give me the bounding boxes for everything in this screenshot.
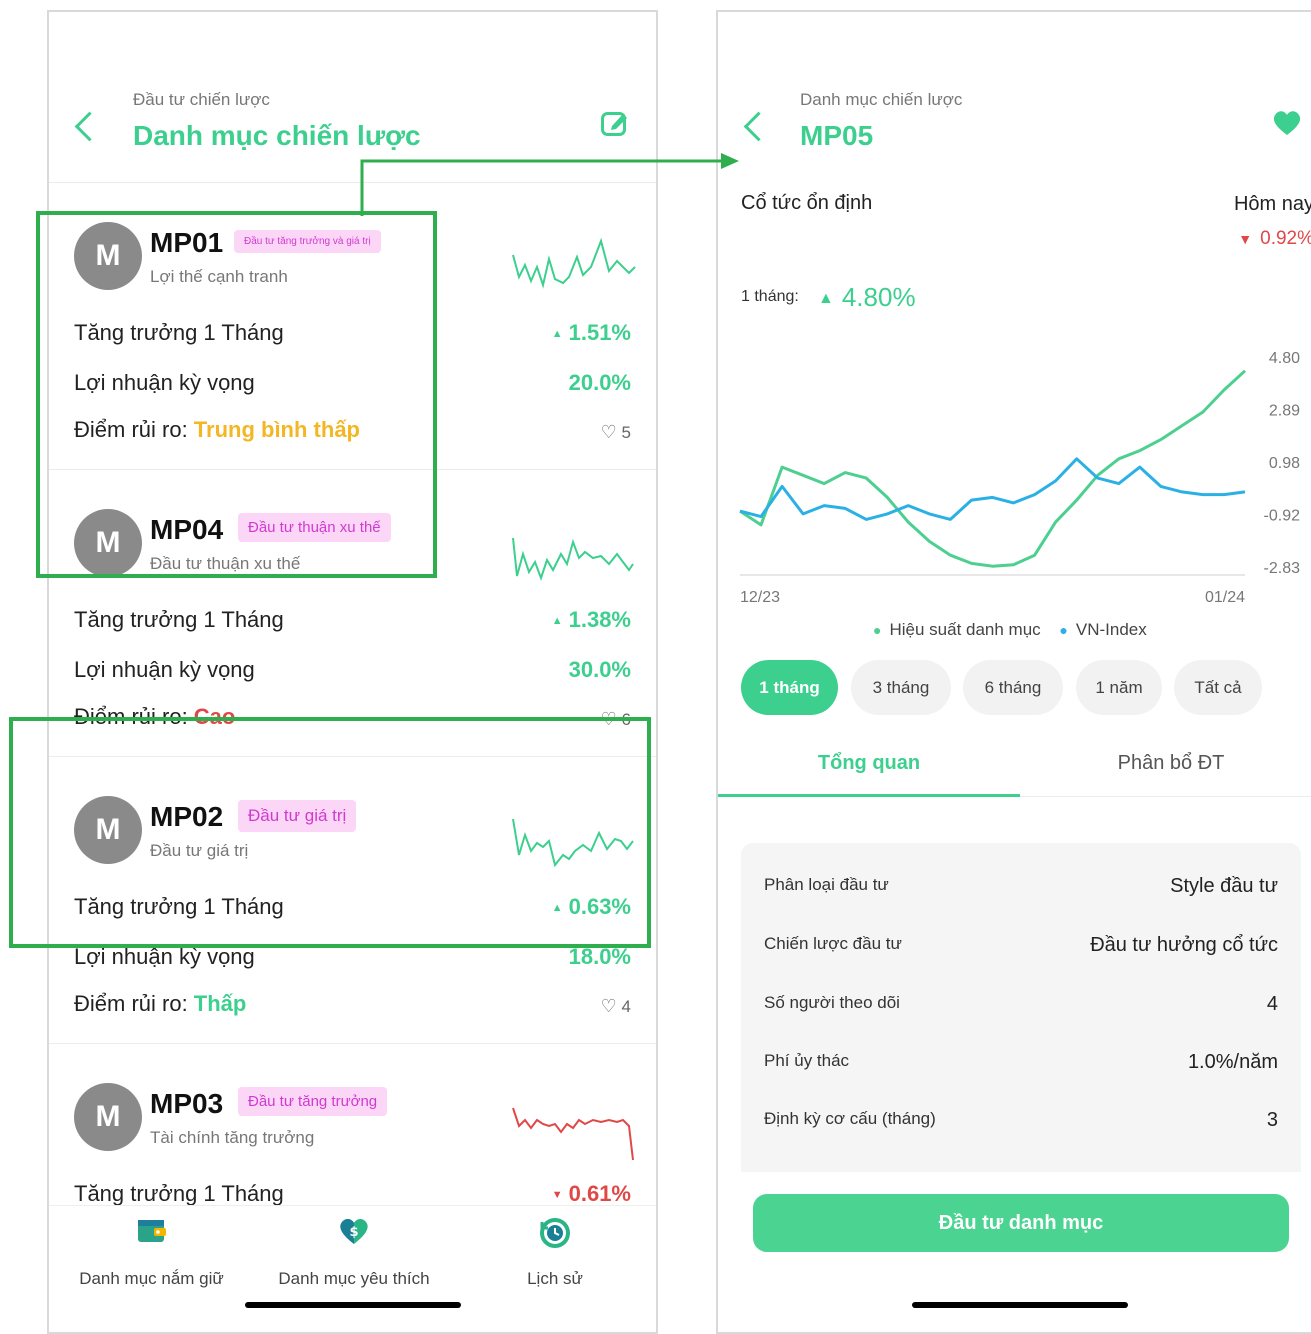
triangle-down-icon: ▼ <box>551 1189 563 1202</box>
chart-legend: ● Hiệu suất danh mục ● VN-Index <box>873 620 1147 640</box>
nav-item-history[interactable]: Lịch sử <box>454 1216 656 1289</box>
page-title: MP05 <box>800 120 874 151</box>
legend-vnindex: VN-Index <box>1075 620 1147 639</box>
info-value: Đầu tư hưởng cổ tức <box>1090 934 1278 956</box>
nav-label: Danh mục nắm giữ <box>79 1269 224 1288</box>
back-chevron-icon[interactable] <box>743 111 774 142</box>
nav-label: Danh mục yêu thích <box>278 1269 430 1288</box>
card-divider <box>49 1043 656 1044</box>
portfolio-name: Cổ tức ổn định <box>741 192 873 214</box>
info-label: Phân loại đầu tư <box>764 875 889 894</box>
info-label: Chiến lược đầu tư <box>764 934 902 953</box>
y-tick-label: 2.89 <box>1269 403 1300 420</box>
period-pill-1y[interactable]: 1 năm <box>1076 660 1162 715</box>
sparkline-chart <box>512 1107 634 1161</box>
nav-item-favorites[interactable]: $ Danh mục yêu thích <box>254 1216 454 1289</box>
likes-count[interactable]: ♡ 4 <box>601 996 631 1017</box>
heart-outline-icon: ♡ <box>600 422 617 442</box>
info-value: 3 <box>1266 1109 1278 1131</box>
highlight-box-mp01-mp04 <box>36 211 437 578</box>
y-tick-label: 4.80 <box>1269 350 1300 367</box>
nav-label: Lịch sử <box>527 1269 583 1288</box>
strategy-tag: Đầu tư tăng trưởng <box>238 1087 388 1116</box>
profit-value: 30.0% <box>568 657 631 682</box>
right-phone-screen: Danh mục chiến lược MP05 Cổ tức ổn định … <box>716 10 1311 1334</box>
header-subtitle: Đầu tư chiến lược <box>133 90 270 109</box>
legend-dot-vnindex: ● <box>1059 622 1068 638</box>
period-label: 1 tháng: <box>741 288 799 305</box>
portfolio-card-mp03[interactable]: M MP03 Đầu tư tăng trưởng Tài chính tăng… <box>49 1073 656 1213</box>
triangle-up-icon: ▲ <box>551 328 563 341</box>
heart-outline-icon: ♡ <box>600 996 617 1016</box>
info-value: 1.0%/năm <box>1187 1051 1278 1073</box>
period-change: ▲ 4.80% <box>818 282 916 312</box>
back-chevron-icon[interactable] <box>74 111 105 142</box>
wallet-icon <box>137 1220 166 1242</box>
risk-label: Điểm rủi ro: <box>74 991 194 1016</box>
tab-overview[interactable]: Tổng quan <box>718 752 1020 775</box>
growth-value: ▲ 1.38% <box>551 607 631 632</box>
svg-text:$: $ <box>349 1225 358 1240</box>
portfolio-subtitle: Tài chính tăng trưởng <box>150 1128 315 1147</box>
home-indicator <box>245 1302 461 1308</box>
legend-portfolio: Hiệu suất danh mục <box>889 620 1041 639</box>
avatar: M <box>74 1083 142 1151</box>
heart-filled-icon[interactable] <box>1272 110 1302 136</box>
bottom-nav: Danh mục nắm giữ $ Danh mục yêu thích Lị… <box>49 1205 656 1332</box>
likes-count[interactable]: ♡ 5 <box>601 422 631 443</box>
triangle-up-icon: ▲ <box>551 615 563 628</box>
growth-label: Tăng trưởng 1 Tháng <box>74 607 284 632</box>
info-value: Style đầu tư <box>1170 875 1278 897</box>
period-pill-1m[interactable]: 1 tháng <box>741 660 838 715</box>
home-indicator <box>912 1302 1128 1308</box>
profit-label: Lợi nhuận kỳ vọng <box>74 657 255 682</box>
today-change: ▼ 0.92% <box>1238 228 1311 249</box>
sparkline-chart <box>512 537 634 581</box>
risk-row: Điểm rủi ro: Thấp <box>74 991 246 1017</box>
heart-dollar-icon: $ <box>340 1219 368 1244</box>
legend-dot-portfolio: ● <box>873 622 882 638</box>
info-label: Định kỳ cơ cấu (tháng) <box>764 1109 936 1128</box>
info-label: Số người theo dõi <box>764 993 900 1012</box>
growth-label: Tăng trưởng 1 Tháng <box>74 1181 284 1206</box>
triangle-up-icon: ▲ <box>818 290 834 308</box>
tab-underline <box>718 794 1020 797</box>
invest-button[interactable]: Đầu tư danh mục <box>753 1194 1289 1252</box>
info-panel: Phân loại đầu tư Style đầu tư Chiến lược… <box>741 843 1301 1183</box>
portfolio-code: MP03 <box>150 1088 224 1119</box>
series-line-portfolio <box>739 369 1247 568</box>
page-title: Danh mục chiến lược <box>133 120 421 151</box>
connector-arrow <box>360 153 739 216</box>
x-tick-label: 12/23 <box>740 589 780 606</box>
y-tick-label: -0.92 <box>1264 507 1301 524</box>
growth-value: ▼ 0.61% <box>551 1181 631 1206</box>
history-icon <box>540 1218 570 1248</box>
sparkline-chart <box>512 237 636 289</box>
tab-divider <box>1020 796 1311 797</box>
series-line-vnindex <box>739 457 1246 521</box>
x-tick-label: 01/24 <box>1205 589 1245 606</box>
highlight-box-mp02 <box>9 717 651 948</box>
tab-allocation[interactable]: Phân bổ ĐT <box>1020 752 1311 775</box>
info-label: Phí ủy thác <box>764 1051 850 1070</box>
risk-value: Thấp <box>193 991 247 1016</box>
nav-item-holdings[interactable]: Danh mục nắm giữ <box>49 1216 254 1289</box>
edit-icon[interactable] <box>601 110 629 136</box>
info-value: 4 <box>1266 993 1278 1015</box>
y-tick-label: 0.98 <box>1269 455 1300 472</box>
period-pill-3m[interactable]: 3 tháng <box>851 660 951 715</box>
header-subtitle: Danh mục chiến lược <box>800 90 963 109</box>
profit-value: 20.0% <box>568 370 631 395</box>
growth-value: ▲ 1.51% <box>551 320 631 345</box>
triangle-down-icon: ▼ <box>1238 231 1253 247</box>
period-pill-6m[interactable]: 6 tháng <box>963 660 1063 715</box>
period-pill-all[interactable]: Tất cả <box>1174 660 1262 715</box>
performance-chart: 4.80 2.89 0.98 -0.92 -2.83 12/23 01/24 <box>739 350 1301 606</box>
today-label: Hôm nay <box>1233 193 1311 215</box>
y-tick-label: -2.83 <box>1264 560 1301 577</box>
